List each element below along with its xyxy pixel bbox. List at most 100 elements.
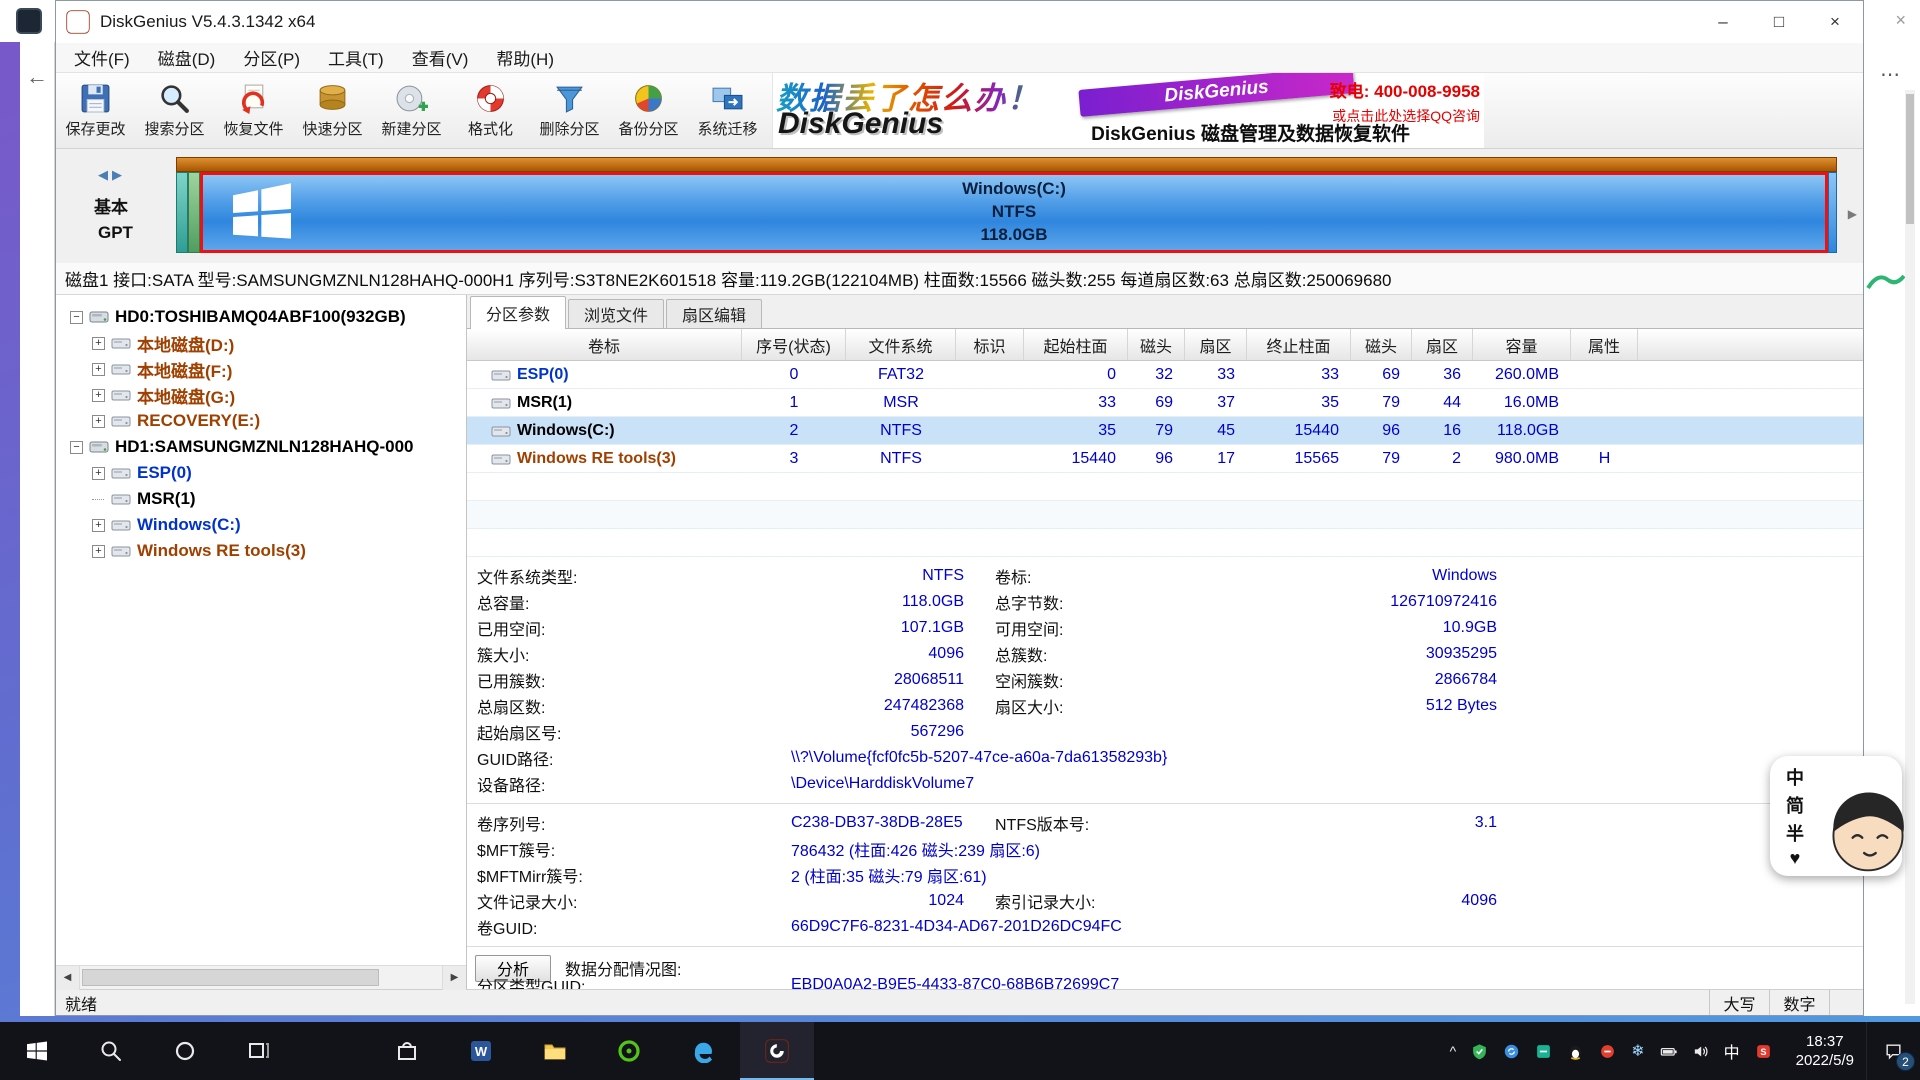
expand-icon[interactable]: +: [92, 337, 105, 350]
cortana-button[interactable]: [148, 1022, 222, 1080]
partition-block-windows-c[interactable]: Windows(C:) NTFS 118.0GB: [200, 172, 1828, 253]
taskbar-clock[interactable]: 18:37 2022/5/9: [1784, 1032, 1866, 1071]
quick-partition-button[interactable]: 快速分区: [293, 73, 372, 148]
tree-item-local-disk-d[interactable]: + 本地磁盘(D:): [56, 330, 466, 356]
close-button[interactable]: ×: [1807, 1, 1863, 43]
tab-sector-editor[interactable]: 扇区编辑: [666, 299, 762, 328]
disk-nav-arrows[interactable]: ◀▶: [98, 167, 126, 183]
expand-icon[interactable]: +: [92, 363, 105, 376]
tree-item-windows-re[interactable]: + Windows RE tools(3): [56, 538, 466, 564]
tray-qq-icon[interactable]: [1567, 1043, 1584, 1060]
menu-file[interactable]: 文件(F): [60, 45, 144, 70]
backup-partition-button[interactable]: 备份分区: [609, 73, 688, 148]
collapse-icon[interactable]: −: [70, 311, 83, 324]
tree-item-local-disk-g[interactable]: + 本地磁盘(G:): [56, 382, 466, 408]
col-header-serial[interactable]: 序号(状态): [742, 329, 846, 360]
taskbar-app-diskgenius[interactable]: [740, 1022, 814, 1080]
col-header-end-sector[interactable]: 扇区: [1412, 329, 1473, 360]
delete-partition-button[interactable]: 删除分区: [530, 73, 609, 148]
scroll-right-button[interactable]: ▶: [442, 966, 466, 990]
format-button[interactable]: 格式化: [451, 73, 530, 148]
tree-item-msr[interactable]: MSR(1): [56, 486, 466, 512]
ad-banner[interactable]: 数据丢了怎么办！ DiskGenius DiskGenius 致电: 400-0…: [772, 73, 1484, 148]
partition-row-windows-re[interactable]: Windows RE tools(3) 3 NTFS 15440 96 17 1…: [467, 445, 1863, 473]
start-button[interactable]: [0, 1022, 74, 1080]
scrollbar-track[interactable]: [80, 966, 442, 989]
col-header-start-sector[interactable]: 扇区: [1185, 329, 1247, 360]
disk-bar-scroll-arrow[interactable]: ▶: [1848, 207, 1857, 221]
new-partition-button[interactable]: 新建分区: [372, 73, 451, 148]
taskbar-app-360-browser[interactable]: [592, 1022, 666, 1080]
col-header-start-cylinder[interactable]: 起始柱面: [1024, 329, 1128, 360]
action-center-button[interactable]: 2: [1866, 1022, 1920, 1080]
disk-bar-header[interactable]: [176, 157, 1837, 172]
tree-item-recovery-e[interactable]: + RECOVERY(E:): [56, 408, 466, 434]
ime-status-widget[interactable]: 中 简 半 ♥: [1770, 756, 1902, 876]
menu-view[interactable]: 查看(V): [398, 45, 483, 70]
search-partition-button[interactable]: 搜索分区: [135, 73, 214, 148]
task-view-button[interactable]: [222, 1022, 296, 1080]
partition-row-esp[interactable]: ESP(0) 0 FAT32 0 32 33 33 69 36 260.0MB: [467, 361, 1863, 389]
partition-block-recovery[interactable]: [1828, 172, 1837, 253]
back-arrow-icon[interactable]: ←: [26, 64, 48, 90]
scrollbar-thumb[interactable]: [1906, 94, 1914, 224]
scroll-left-button[interactable]: ◀: [56, 966, 80, 990]
tree-item-esp[interactable]: + ESP(0): [56, 460, 466, 486]
tab-partition-parameters[interactable]: 分区参数: [470, 296, 566, 329]
col-header-end-cylinder[interactable]: 终止柱面: [1247, 329, 1351, 360]
tray-snowflake-icon[interactable]: ❄: [1631, 1041, 1644, 1061]
taskbar-app-thunder[interactable]: [296, 1022, 370, 1080]
tree-horizontal-scrollbar[interactable]: ◀ ▶: [56, 965, 466, 989]
hidden-icons-chevron[interactable]: ^: [1450, 1043, 1457, 1059]
taskbar-app-word[interactable]: [444, 1022, 518, 1080]
tray-red-app-icon[interactable]: [1599, 1043, 1616, 1060]
background-close-icon[interactable]: ×: [1895, 10, 1906, 31]
collapse-icon[interactable]: −: [70, 441, 83, 454]
taskbar-app-edge[interactable]: [666, 1022, 740, 1080]
system-migration-button[interactable]: 系统迁移: [688, 73, 767, 148]
col-header-attributes[interactable]: 属性: [1571, 329, 1638, 360]
ime-width-mode[interactable]: 半: [1786, 820, 1804, 846]
expand-icon[interactable]: +: [92, 389, 105, 402]
more-options-icon[interactable]: ⋯: [1880, 62, 1900, 87]
menu-disk[interactable]: 磁盘(D): [144, 45, 230, 70]
minimize-button[interactable]: –: [1695, 1, 1751, 43]
taskbar-file-explorer[interactable]: [518, 1022, 592, 1080]
col-header-start-head[interactable]: 磁头: [1128, 329, 1185, 360]
col-header-filesystem[interactable]: 文件系统: [846, 329, 956, 360]
expand-icon[interactable]: +: [92, 519, 105, 532]
ime-lang-mode[interactable]: 中: [1786, 764, 1804, 790]
partition-block-msr[interactable]: [188, 172, 200, 253]
battery-icon[interactable]: [1660, 1043, 1677, 1060]
ime-favorite-icon[interactable]: ♥: [1790, 848, 1801, 869]
titlebar[interactable]: DiskGenius V5.4.3.1342 x64 – □ ×: [56, 1, 1863, 43]
tree-item-local-disk-f[interactable]: + 本地磁盘(F:): [56, 356, 466, 382]
tree-item-hd0[interactable]: − HD0:TOSHIBAMQ04ABF100(932GB): [56, 304, 466, 330]
partition-row-msr[interactable]: MSR(1) 1 MSR 33 69 37 35 79 44 16.0MB: [467, 389, 1863, 417]
maximize-button[interactable]: □: [1751, 1, 1807, 43]
expand-icon[interactable]: +: [92, 467, 105, 480]
taskbar-search-button[interactable]: [74, 1022, 148, 1080]
taskbar-app-store[interactable]: [370, 1022, 444, 1080]
scrollbar-thumb[interactable]: [82, 969, 379, 986]
save-changes-button[interactable]: 保存更改: [56, 73, 135, 148]
recover-files-button[interactable]: 恢复文件: [214, 73, 293, 148]
tree-item-windows-c[interactable]: + Windows(C:): [56, 512, 466, 538]
tab-browse-files[interactable]: 浏览文件: [568, 299, 664, 328]
tray-sync-icon[interactable]: [1503, 1043, 1520, 1060]
partition-block-esp[interactable]: [176, 172, 188, 253]
expand-icon[interactable]: +: [92, 545, 105, 558]
menu-tools[interactable]: 工具(T): [314, 45, 398, 70]
volume-icon[interactable]: [1692, 1043, 1709, 1060]
expand-icon[interactable]: +: [92, 415, 105, 428]
tray-teal-app-icon[interactable]: [1535, 1043, 1552, 1060]
partition-row-windows-c[interactable]: Windows(C:) 2 NTFS 35 79 45 15440 96 16 …: [467, 417, 1863, 445]
tray-s-app-icon[interactable]: [1755, 1043, 1772, 1060]
col-header-end-head[interactable]: 磁头: [1351, 329, 1412, 360]
menu-partition[interactable]: 分区(P): [229, 45, 314, 70]
col-header-flag[interactable]: 标识: [956, 329, 1024, 360]
col-header-volume[interactable]: 卷标: [467, 329, 742, 360]
menu-help[interactable]: 帮助(H): [482, 45, 568, 70]
ime-charset-mode[interactable]: 简: [1786, 792, 1804, 818]
ime-indicator[interactable]: 中: [1724, 1039, 1740, 1063]
